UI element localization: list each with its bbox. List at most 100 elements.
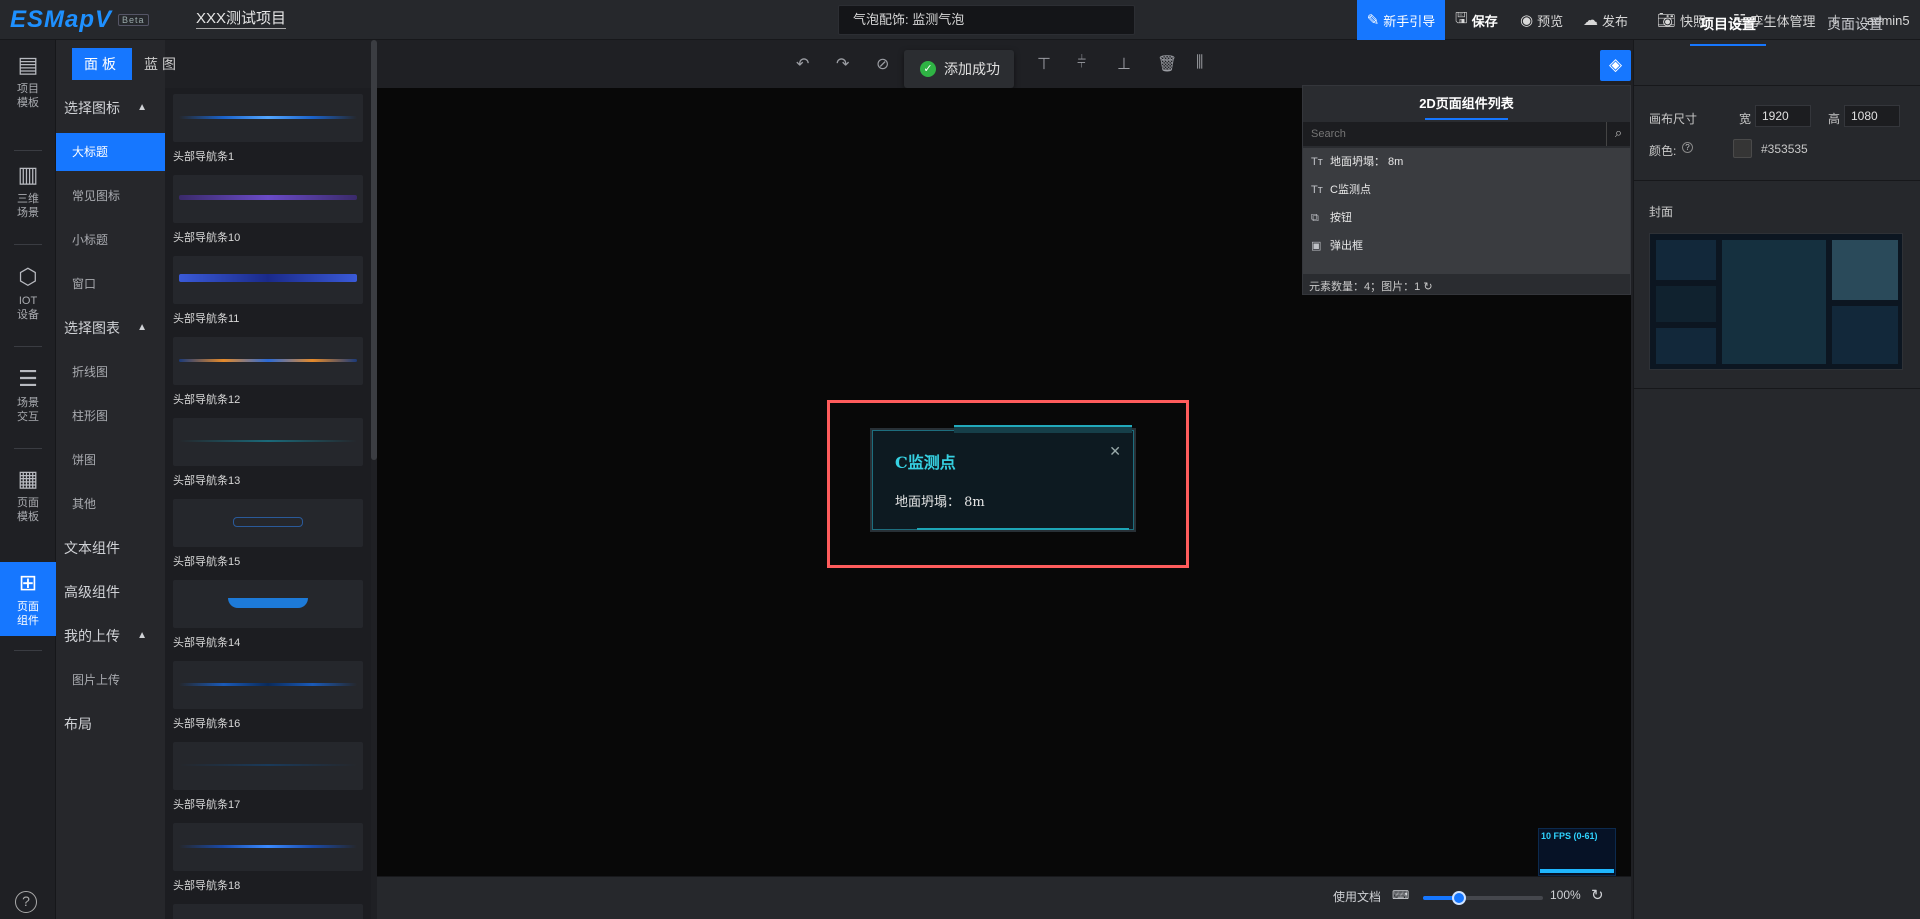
popup-decoration — [954, 425, 1132, 433]
list-item[interactable]: Tт C监测点 — [1303, 176, 1630, 204]
cat-text-component[interactable]: 文本组件 — [56, 529, 165, 567]
thumb-item[interactable]: 头部导航条14 — [173, 580, 363, 650]
cat-common-icon[interactable]: 常见图标 — [56, 177, 165, 215]
cat-big-title[interactable]: 大标题 — [56, 133, 165, 171]
zoom-slider[interactable] — [1423, 891, 1543, 905]
cover-thumbnail[interactable] — [1649, 233, 1903, 370]
preview-label: 预览 — [1537, 13, 1564, 29]
nav-project-template[interactable]: ▤ 项目 模板 — [0, 40, 56, 124]
tab-blueprint[interactable]: 蓝图 — [132, 48, 192, 80]
tab-project-settings[interactable]: 项目设置 — [1690, 14, 1766, 46]
twin-label: 孪生体管理 — [1750, 13, 1816, 29]
zoom-slider-knob[interactable] — [1452, 891, 1466, 905]
guide-button[interactable]: ✎ 新手引导 — [1357, 0, 1445, 40]
list-item[interactable]: ▣ 弹出框 — [1303, 232, 1630, 260]
thumb-caption: 头部导航条10 — [173, 232, 241, 244]
chevron-up-icon: ▲ — [137, 102, 147, 113]
thumb-item[interactable] — [173, 904, 363, 919]
thumb-item[interactable]: 头部导航条10 — [173, 175, 363, 245]
thumb-item[interactable]: 头部导航条1 — [173, 94, 363, 164]
thumb-preview — [173, 175, 363, 223]
docs-link[interactable]: 使用文档 — [1333, 888, 1381, 905]
cat-advanced-component[interactable]: 高级组件 — [56, 573, 165, 611]
cat-layout[interactable]: 布局 — [56, 705, 165, 743]
thumb-item[interactable]: 头部导航条12 — [173, 337, 363, 407]
list-item[interactable]: ⧉ 按钮 — [1303, 204, 1630, 232]
reset-zoom-icon[interactable]: ↻ — [1591, 886, 1604, 904]
save-button[interactable]: 🖫 保存 — [1455, 0, 1498, 40]
thumb-caption: 头部导航条13 — [173, 475, 241, 487]
nav-label: 页面 模板 — [17, 497, 39, 523]
thumb-preview — [173, 337, 363, 385]
snapshot-button[interactable]: 📷︎ 快照 — [1657, 0, 1706, 40]
height-input[interactable]: 1080 — [1844, 105, 1900, 127]
list-item[interactable]: Tт 地面坍塌： 8m — [1303, 148, 1630, 176]
component-search-input[interactable] — [1303, 122, 1606, 146]
thumb-item[interactable]: 头部导航条16 — [173, 661, 363, 731]
width-label: 宽 — [1739, 112, 1752, 126]
app-logo[interactable]: ESMapV Beta — [10, 6, 149, 34]
cat-select-chart[interactable]: 选择图表 ▲ — [56, 309, 165, 347]
nav-page-component[interactable]: ⊞ 页面 组件 — [0, 562, 56, 636]
refresh-icon[interactable]: ↻ — [1423, 281, 1432, 293]
color-swatch[interactable] — [1733, 139, 1752, 158]
redo-icon[interactable]: ↷ — [836, 54, 849, 74]
divider — [1633, 180, 1920, 181]
keyboard-icon[interactable]: ⌨ — [1392, 888, 1409, 902]
clear-icon[interactable]: ⊘ — [876, 54, 889, 74]
help-icon[interactable]: ? — [1682, 142, 1693, 153]
layers-button[interactable]: ◈ — [1600, 50, 1631, 81]
thumb-item[interactable]: 头部导航条13 — [173, 418, 363, 488]
project-template-icon: ▤ — [17, 52, 39, 77]
cat-window[interactable]: 窗口 — [56, 265, 165, 303]
cover-panel — [1832, 306, 1898, 364]
toast-message: 添加成功 — [944, 61, 1000, 77]
cat-pie-chart[interactable]: 饼图 — [56, 441, 165, 479]
nav-iot-device[interactable]: ⬡ IOT 设备 — [0, 252, 56, 336]
component-list-panel: 2D页面组件列表 ⌕ Tт 地面坍塌： 8m Tт C监测点 ⧉ 按钮 ▣ 弹出框 元素… — [1302, 85, 1631, 295]
nav-scene-interaction[interactable]: ☰ 场景 交互 — [0, 354, 56, 438]
thumb-preview — [173, 580, 363, 628]
cat-small-title[interactable]: 小标题 — [56, 221, 165, 259]
nav-3d-scene[interactable]: ▥ 三维 场景 — [0, 150, 56, 234]
cat-image-upload[interactable]: 图片上传 — [56, 661, 165, 699]
popup-component[interactable]: C监测点 ✕ 地面坍塌： 8m — [872, 425, 1134, 530]
close-icon[interactable]: ✕ — [1109, 443, 1121, 460]
search-icon[interactable]: ⌕ — [1606, 122, 1630, 146]
preview-button[interactable]: ◉ 预览 — [1520, 0, 1563, 40]
cat-other[interactable]: 其他 — [56, 485, 165, 523]
logo-text: ESMapV — [10, 6, 113, 33]
distribute-icon[interactable]: ⫼ — [1196, 54, 1203, 72]
thumb-preview — [173, 742, 363, 790]
undo-icon[interactable]: ↶ — [796, 54, 809, 74]
edit-icon: ✎ — [1366, 12, 1380, 29]
cat-my-upload[interactable]: 我的上传 ▲ — [56, 617, 165, 655]
thumb-item[interactable]: 头部导航条11 — [173, 256, 363, 326]
align-top-icon[interactable]: ⊤ — [1037, 54, 1051, 74]
nav-page-template[interactable]: ▦ 页面 模板 — [0, 454, 56, 538]
width-input[interactable]: 1920 — [1755, 105, 1811, 127]
thumb-caption: 头部导航条11 — [173, 313, 240, 325]
publish-button[interactable]: ☁ 发布 — [1583, 0, 1628, 40]
fps-label: 10 FPS (0-61) — [1541, 831, 1598, 841]
thumb-item[interactable]: 头部导航条18 — [173, 823, 363, 893]
align-bottom-icon[interactable]: ⊥ — [1117, 54, 1131, 74]
thumb-preview — [173, 904, 363, 919]
help-icon[interactable]: ? — [15, 891, 37, 913]
panel-tabs: 面板 蓝图 — [72, 48, 192, 80]
zoom-level: 100% — [1550, 888, 1581, 902]
tab-panel[interactable]: 面板 — [72, 48, 132, 80]
nav-label: 场景 交互 — [17, 397, 39, 423]
button-icon: ⧉ — [1311, 212, 1319, 224]
thumb-item[interactable]: 头部导航条15 — [173, 499, 363, 569]
color-label: 颜色: — [1649, 144, 1677, 158]
project-name[interactable]: XXX测试项目 — [196, 10, 287, 29]
thumb-item[interactable]: 头部导航条17 — [173, 742, 363, 812]
cat-select-icon[interactable]: 选择图标 ▲ — [56, 89, 165, 127]
cat-bar-chart[interactable]: 柱形图 — [56, 397, 165, 435]
delete-icon[interactable]: 🗑︎ — [1157, 54, 1177, 74]
cat-line-chart[interactable]: 折线图 — [56, 353, 165, 391]
tab-page-settings[interactable]: 页面设置 — [1827, 14, 1883, 34]
save-label: 保存 — [1471, 13, 1498, 29]
align-middle-icon[interactable]: ⫩ — [1077, 54, 1086, 72]
